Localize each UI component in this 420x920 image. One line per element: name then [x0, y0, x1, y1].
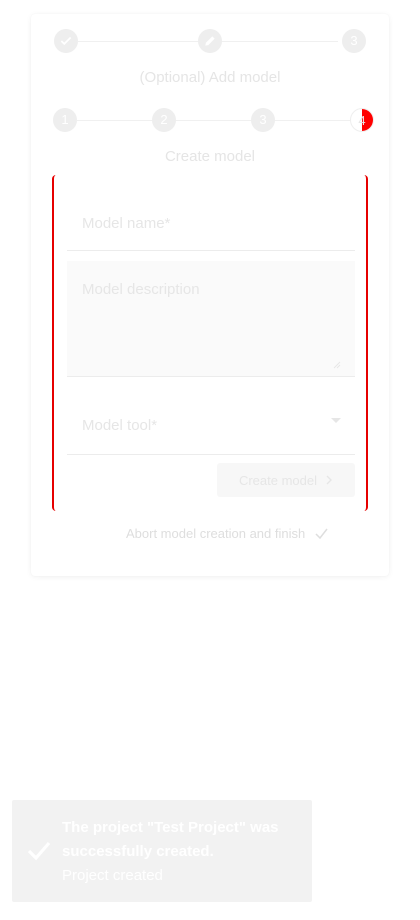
create-model-button-label: Create model — [238, 472, 318, 488]
field-underline — [67, 250, 355, 251]
step-number: 3 — [350, 33, 358, 48]
model-step-3[interactable]: 3 — [251, 108, 275, 132]
step-number: 2 — [160, 112, 168, 127]
step-2-edit[interactable] — [198, 29, 222, 53]
model-name-label: Model name* — [82, 215, 171, 232]
step-3[interactable]: 3 — [342, 29, 366, 53]
model-tool-select[interactable]: Model tool* — [67, 393, 355, 455]
field-underline — [67, 376, 355, 377]
step-number: 3 — [259, 112, 267, 127]
create-model-button[interactable]: Create model — [217, 463, 355, 497]
stepper-model: 1 2 3 4 — [31, 108, 389, 132]
stepper-main: 3 — [31, 29, 389, 53]
abort-model-creation-button[interactable]: Abort model creation and finish — [126, 526, 328, 541]
stepper-main-title: (Optional) Add model — [139, 69, 281, 86]
field-underline — [67, 454, 355, 455]
model-description-field[interactable]: Model description — [67, 261, 355, 377]
model-description-label: Model description — [82, 281, 200, 298]
check-icon — [27, 841, 51, 861]
model-name-field[interactable]: Model name* — [67, 189, 355, 251]
step-number: 4 — [358, 113, 366, 128]
model-step-1[interactable]: 1 — [53, 108, 77, 132]
create-model-form: Model name* Model description Model tool… — [52, 175, 368, 511]
toast-message: The project "Test Project" was successfu… — [62, 816, 302, 888]
chevron-right-icon — [326, 475, 333, 485]
stepper-model-title: Create model — [164, 148, 256, 165]
model-step-4-active[interactable]: 4 — [350, 108, 374, 132]
resize-grip-icon[interactable] — [333, 361, 341, 369]
create-project-card: 3 (Optional) Add model 1 2 3 4 Create mo… — [31, 14, 389, 576]
dropdown-arrow-icon — [331, 418, 341, 423]
step-1-completed[interactable] — [54, 29, 78, 53]
toast-title: The project "Test Project" was successfu… — [62, 819, 279, 860]
model-tool-label: Model tool* — [82, 417, 158, 434]
check-icon — [60, 36, 72, 46]
toast-subtitle: Project created — [62, 867, 163, 884]
stepper-connector — [77, 120, 359, 121]
step-number: 1 — [61, 112, 69, 127]
model-step-2[interactable]: 2 — [152, 108, 176, 132]
pencil-icon — [205, 36, 215, 46]
check-icon — [315, 528, 328, 539]
success-toast[interactable]: The project "Test Project" was successfu… — [12, 800, 312, 902]
abort-label: Abort model creation and finish — [126, 526, 306, 541]
